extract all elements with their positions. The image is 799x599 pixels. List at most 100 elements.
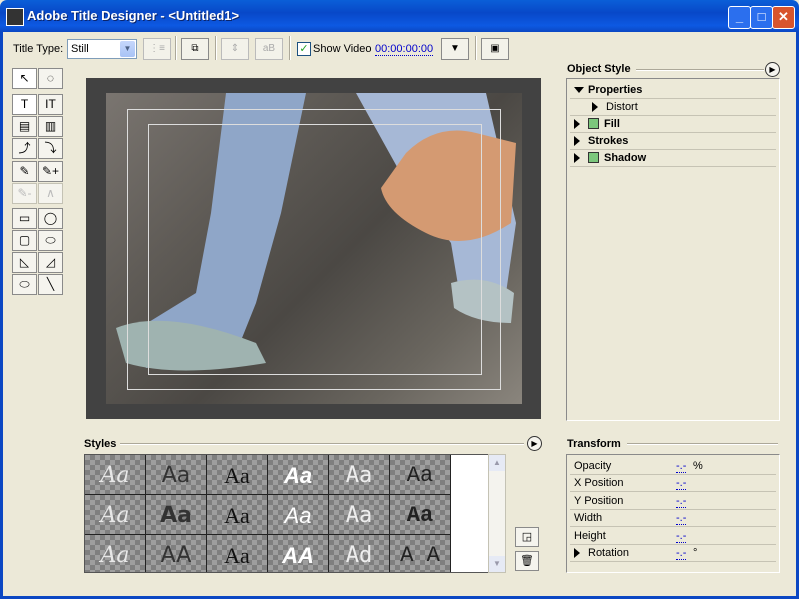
property-label: Shadow (604, 152, 647, 164)
style-swatch[interactable]: Aa (268, 455, 329, 495)
font-browser-button[interactable]: aB (255, 38, 283, 60)
toolbar-separator (289, 36, 291, 60)
ellipse-tool[interactable]: ⬭ (12, 274, 37, 295)
style-swatch[interactable]: Aa (85, 455, 146, 495)
timecode-field[interactable]: 00:00:00:00 (375, 43, 434, 56)
style-swatch[interactable]: Aa (207, 455, 268, 495)
style-sample-text: Aa (100, 543, 130, 568)
object-style-panel: Properties Distort Fill Strokes Shadow (566, 78, 780, 421)
style-swatch[interactable]: Aa (85, 495, 146, 535)
style-swatch[interactable]: Aa (268, 495, 329, 535)
group-line (120, 443, 524, 445)
window-frame-left (0, 32, 3, 599)
style-swatch[interactable]: Aa (85, 535, 146, 572)
property-row[interactable]: Properties (570, 82, 776, 99)
rounded-corner-rect-tool[interactable]: ⬭ (38, 230, 63, 251)
toolbar-separator (215, 36, 217, 60)
tab-stops-button[interactable]: ⋮≡ (143, 38, 171, 60)
title-safe-box (148, 124, 482, 375)
clipped-rect-tool[interactable]: ▢ (12, 230, 37, 251)
vertical-path-type-tool[interactable]: ⤵ (38, 138, 63, 159)
style-swatch[interactable]: Aa (329, 495, 390, 535)
type-tool[interactable]: T (12, 94, 37, 115)
delete-anchor-tool[interactable]: ✎- (12, 183, 37, 204)
area-type-icon: ▤ (18, 119, 31, 133)
rectangle-tool[interactable]: ▭ (12, 208, 37, 229)
transform-row: Rotation -.- ° (570, 545, 776, 562)
enable-checkbox[interactable] (588, 152, 599, 163)
enable-checkbox[interactable] (588, 118, 599, 129)
style-swatch[interactable]: Aa (207, 495, 268, 535)
vertical-area-type-tool[interactable]: ▥ (38, 116, 63, 137)
property-row[interactable]: Distort (570, 99, 776, 116)
style-swatch[interactable]: A A (390, 535, 451, 572)
property-row[interactable]: Fill (570, 116, 776, 133)
transform-value[interactable]: -.- (676, 547, 687, 560)
set-marker-button[interactable]: ▼ (441, 38, 469, 60)
pen-tool[interactable]: ✎ (12, 161, 37, 182)
collapsed-triangle-icon[interactable] (574, 119, 580, 129)
play-icon: ▶ (769, 65, 776, 74)
transform-value[interactable]: -.- (676, 460, 687, 473)
style-swatch[interactable]: AA (146, 535, 207, 572)
delete-style-button[interactable]: 🗑 (515, 551, 539, 571)
style-swatch[interactable]: Aa (329, 455, 390, 495)
property-row[interactable]: Shadow (570, 150, 776, 167)
style-swatch[interactable]: AA (268, 535, 329, 572)
style-swatch[interactable]: Aa (146, 455, 207, 495)
styles-scrollbar[interactable]: ▲ ▼ (488, 454, 506, 573)
vertical-type-tool[interactable]: IT (38, 94, 63, 115)
style-swatch[interactable]: Ad (329, 535, 390, 572)
show-video-checkbox[interactable]: ✓ (297, 42, 311, 56)
maximize-button[interactable]: □ (750, 6, 773, 29)
collapsed-triangle-icon[interactable] (574, 548, 580, 558)
collapsed-triangle-icon[interactable] (592, 102, 598, 112)
convert-anchor-tool[interactable]: ∧ (38, 183, 63, 204)
arc-icon: ◿ (45, 255, 56, 269)
styles-grid: Aa Aa Aa Aa Aa Aa Aa Aa Aa Aa Aa Aa Aa AA Aa AA Ad A A (84, 454, 489, 573)
rotation-tool[interactable]: ◌ (38, 68, 63, 89)
close-button[interactable]: ✕ (772, 6, 795, 29)
transform-value[interactable]: -.- (676, 530, 687, 543)
rotation-icon: ◌ (46, 71, 55, 85)
line-tool[interactable]: ╲ (38, 274, 63, 295)
transform-value[interactable]: -.- (676, 495, 687, 508)
safe-area-button[interactable]: ▣ (481, 38, 509, 60)
collapsed-triangle-icon[interactable] (574, 136, 580, 146)
scroll-down-icon[interactable]: ▼ (489, 556, 505, 572)
path-type-tool[interactable]: ⤴ (12, 138, 37, 159)
rounded-rect-tool[interactable]: ◯ (38, 208, 63, 229)
transform-unit: ° (693, 547, 698, 559)
area-type-tool[interactable]: ▤ (12, 116, 37, 137)
play-icon: ▶ (531, 439, 538, 448)
selection-tool[interactable]: ↖ (12, 68, 37, 89)
style-swatch[interactable]: Aa (390, 455, 451, 495)
expanded-triangle-icon[interactable] (574, 87, 584, 93)
transform-value[interactable]: -.- (676, 512, 687, 526)
style-sample-text: Aa (224, 463, 250, 488)
title-type-select[interactable]: Still ▼ (67, 39, 137, 59)
wedge-tool[interactable]: ◺ (12, 252, 37, 273)
object-style-menu-button[interactable]: ▶ (765, 62, 780, 77)
property-row[interactable]: Strokes (570, 133, 776, 150)
arc-tool[interactable]: ◿ (38, 252, 63, 273)
collapsed-triangle-icon[interactable] (574, 153, 580, 163)
new-style-button[interactable]: ◲ (515, 527, 539, 547)
font-browser-icon: aB (262, 43, 276, 54)
vertical-type-icon: IT (45, 97, 56, 111)
scroll-up-icon[interactable]: ▲ (489, 455, 505, 471)
style-swatch[interactable]: Aa (146, 495, 207, 535)
styles-menu-button[interactable]: ▶ (527, 436, 542, 451)
drawing-area[interactable] (86, 78, 541, 419)
add-anchor-tool[interactable]: ✎+ (38, 161, 63, 182)
minimize-button[interactable]: _ (728, 6, 751, 29)
transform-value[interactable]: -.- (676, 477, 687, 491)
show-video-label: Show Video (313, 43, 372, 55)
templates-button[interactable]: ⧉ (181, 38, 209, 60)
style-swatch[interactable]: Aa (390, 495, 451, 535)
video-frame (106, 93, 522, 404)
style-swatch[interactable]: Aa (207, 535, 268, 572)
roll-crawl-button[interactable]: ⇕ (221, 38, 249, 60)
transform-label: Opacity (574, 460, 612, 472)
selection-icon: ↖ (19, 71, 30, 85)
